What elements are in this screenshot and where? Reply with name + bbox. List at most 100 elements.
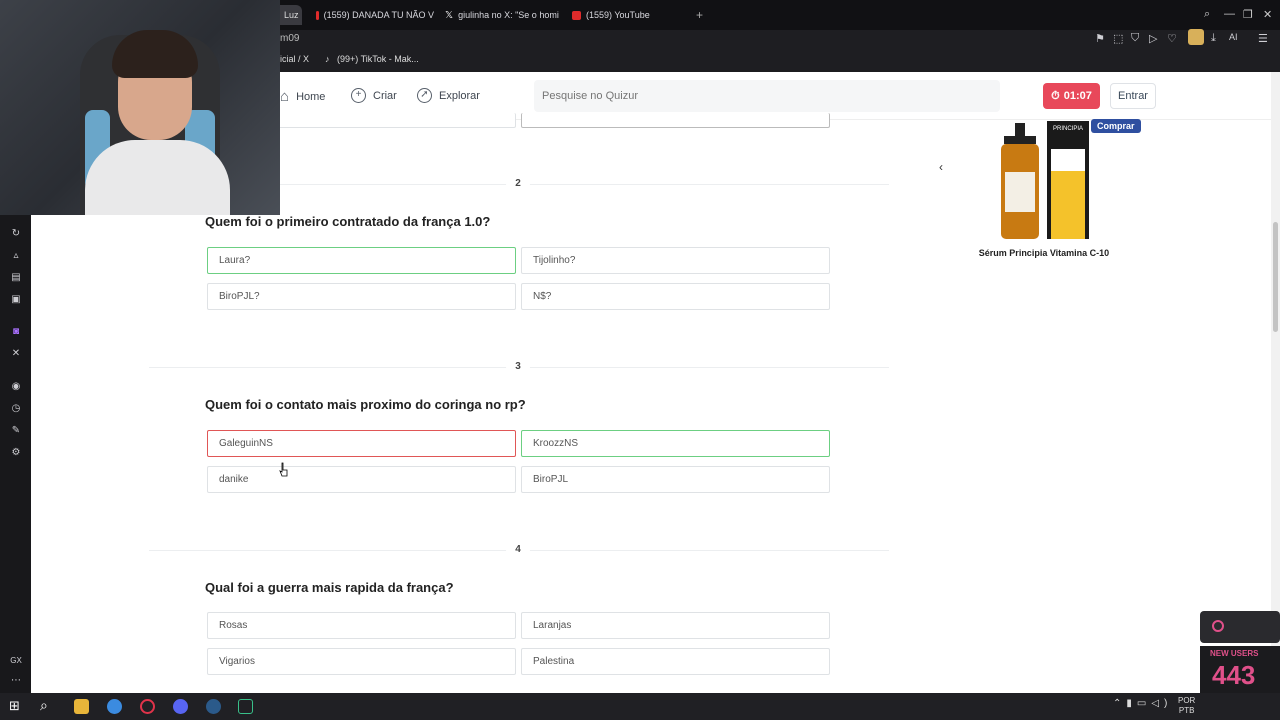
option-q3-b[interactable]: KroozzNS: [521, 430, 830, 457]
page-scrollbar[interactable]: [1271, 72, 1280, 693]
more-icon[interactable]: ⋯: [10, 675, 22, 687]
tab-label: (1559) DANADA TU NÃO V: [323, 10, 434, 20]
new-users-counter: NEW USERS 443: [1200, 646, 1280, 693]
option-q3-a[interactable]: GaleguinNS: [207, 430, 516, 457]
option-q2-c[interactable]: BiroPJL?: [207, 283, 516, 310]
webcam-overlay: [0, 0, 280, 215]
lang-bottom: PTB: [1178, 706, 1195, 715]
address-text: m09: [280, 33, 300, 44]
app-icon[interactable]: [238, 699, 253, 714]
chrome-icon[interactable]: [107, 699, 122, 714]
timer-badge: ⏱ 01:07: [1043, 83, 1100, 109]
shield-icon[interactable]: ⛉: [1131, 32, 1139, 45]
timer-value: 01:07: [1063, 90, 1092, 102]
nav-home[interactable]: ⌂ Home: [280, 88, 325, 105]
heart-icon[interactable]: ♡: [1167, 32, 1177, 45]
question-title: Quem foi o contato mais proximo do corin…: [205, 397, 526, 412]
close-icon[interactable]: ✕: [1263, 8, 1272, 21]
counter-value: 443: [1212, 660, 1256, 690]
x-icon[interactable]: ✕: [10, 348, 22, 360]
menu-icon[interactable]: ☰: [1258, 32, 1268, 45]
tab-youtube[interactable]: (1559) YouTube: [572, 6, 682, 24]
bag-icon[interactable]: ▵: [10, 250, 22, 262]
option-q4-c[interactable]: Vigarios: [207, 648, 516, 675]
bookmark-icon[interactable]: ⚑: [1095, 32, 1105, 45]
download-icon[interactable]: ⤓: [1211, 32, 1216, 45]
new-tab-button[interactable]: +: [696, 6, 708, 24]
question-number: 2: [506, 172, 530, 196]
search-tabs-icon[interactable]: ⌕: [1204, 8, 1210, 21]
chevron-left-icon[interactable]: ‹: [939, 160, 943, 174]
play-icon[interactable]: ▷: [1149, 32, 1157, 45]
stopwatch-icon: ⏱: [1051, 89, 1060, 102]
windows-start-icon[interactable]: ⊞: [9, 698, 20, 714]
restore-icon[interactable]: ❐: [1243, 8, 1253, 21]
ai-button[interactable]: AI: [1229, 32, 1238, 42]
option-q3-c[interactable]: danike: [207, 466, 516, 493]
tab-youtube-danada[interactable]: (1559) DANADA TU NÃO V: [316, 6, 434, 24]
product-name[interactable]: Sérum Principia Vitamina C-10: [926, 248, 1162, 258]
snapshot-icon[interactable]: ⬚: [1113, 32, 1123, 45]
nav-explore-label: Explorar: [439, 89, 480, 102]
steam-icon[interactable]: [206, 699, 221, 714]
search-input[interactable]: [534, 80, 1000, 112]
lang-top: POR: [1178, 696, 1196, 705]
discord-icon[interactable]: [173, 699, 188, 714]
player-icon[interactable]: ◉: [10, 381, 22, 393]
twitch-icon[interactable]: ◙: [10, 326, 22, 338]
question-number: 3: [506, 355, 530, 379]
tab-label: (1559) YouTube: [586, 10, 650, 20]
question-number: 4: [506, 538, 530, 562]
profile-avatar[interactable]: [1188, 29, 1204, 45]
nav-home-label: Home: [296, 90, 326, 103]
option-q2-d[interactable]: N$?: [521, 283, 830, 310]
layers-icon[interactable]: ▤: [10, 272, 22, 284]
question-title: Quem foi o primeiro contratado da frança…: [205, 214, 491, 229]
option-q2-b[interactable]: Tijolinho?: [521, 247, 830, 274]
buy-badge[interactable]: Comprar: [1091, 119, 1141, 133]
option-prev-2[interactable]: [521, 113, 830, 128]
mouse-cursor-icon: [279, 462, 288, 477]
product-ad[interactable]: ‹ PRINCIPIA Comprar Sérum Principia Vita…: [926, 112, 1162, 292]
option-q4-d[interactable]: Palestina: [521, 648, 830, 675]
nav-explore[interactable]: ➚ Explorar: [417, 88, 480, 103]
x-icon: 𝕏: [445, 9, 454, 21]
youtube-icon: [316, 10, 319, 20]
refresh-icon[interactable]: ↻: [10, 228, 22, 240]
option-q2-a[interactable]: Laura?: [207, 247, 516, 274]
option-q3-d[interactable]: BiroPJL: [521, 466, 830, 493]
messenger-icon[interactable]: ▣: [10, 294, 22, 306]
home-icon: ⌂: [280, 88, 290, 105]
history-icon[interactable]: ◷: [10, 403, 22, 415]
bottle-neck: [1004, 136, 1036, 144]
serum-bottle: [1001, 144, 1039, 239]
tab-label: giulinha no X: "Se o homi: [458, 10, 559, 20]
file-explorer-icon[interactable]: [74, 699, 89, 714]
minimize-icon[interactable]: —: [1224, 8, 1235, 20]
nav-create-label: Criar: [373, 89, 397, 102]
gx-icon[interactable]: GX: [10, 655, 22, 667]
search-icon[interactable]: ⌕: [40, 697, 48, 714]
counter-label: NEW USERS: [1210, 649, 1259, 658]
streamer-body: [85, 140, 230, 215]
tab-label: Luz: [284, 10, 299, 20]
record-icon: [1212, 620, 1224, 632]
extensions-icon[interactable]: ✎: [10, 425, 22, 437]
login-button[interactable]: Entrar: [1110, 83, 1156, 109]
streamer-hair: [112, 30, 198, 78]
option-q4-b[interactable]: Laranjas: [521, 612, 830, 639]
bookmark-tiktok[interactable]: (99+) TikTok - Mak...: [337, 54, 419, 64]
bottle-cap: [1015, 123, 1025, 137]
opera-gx-icon[interactable]: [140, 699, 155, 714]
os-taskbar: ⊞ ⌕ ⌃▮▭◁) POR PTB: [0, 693, 1280, 720]
youtube-icon: [572, 10, 581, 20]
bookmark-x[interactable]: icial / X: [280, 54, 309, 64]
scroll-thumb[interactable]: [1273, 222, 1278, 332]
option-q4-a[interactable]: Rosas: [207, 612, 516, 639]
settings-icon[interactable]: ⚙: [10, 447, 22, 459]
language-indicator[interactable]: POR PTB: [1178, 696, 1195, 716]
tab-x-giulinha[interactable]: 𝕏 giulinha no X: "Se o homi: [445, 6, 561, 24]
nav-create[interactable]: + Criar: [351, 88, 397, 103]
compass-icon: ➚: [417, 88, 432, 103]
system-tray[interactable]: ⌃▮▭◁): [1113, 698, 1172, 709]
